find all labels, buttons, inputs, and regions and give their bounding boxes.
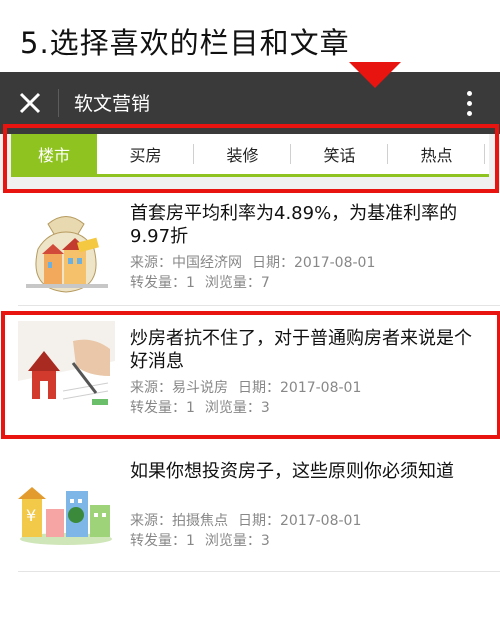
instruction-banner: 5.选择喜欢的栏目和文章 [0,0,500,70]
list-divider [18,571,500,572]
article-meta-stats: 转发量：1 浏览量：3 [130,397,280,417]
app-titlebar: 软文营销 [0,72,500,134]
article-shares: 转发量：1 [130,275,195,291]
article-item[interactable]: 首套房平均利率为4.89%，为基准利率的9.97折 来源：中国经济网 日期：201… [0,190,500,314]
svg-text:¥: ¥ [26,506,36,525]
list-divider [18,305,500,306]
article-title[interactable]: 炒房者抗不住了，对于普通购房者来说是个好消息 [130,327,485,373]
category-tabs: 楼市 买房 装修 笑话 热点 [11,134,489,174]
tab-xiaohua[interactable]: 笑话 [291,134,388,174]
app-title: 软文营销 [74,93,151,115]
article-shares: 转发量：1 [130,533,195,549]
highlight-pointer-arrow [349,62,401,88]
article-meta-source-date: 来源：拍摄焦点 日期：2017-08-01 [130,510,371,530]
article-meta-source-date: 来源：易斗说房 日期：2017-08-01 [130,377,371,397]
tab-underline [11,174,489,177]
article-meta-stats: 转发量：1 浏览量：7 [130,272,280,292]
article-meta-stats: 转发量：1 浏览量：3 [130,530,280,550]
article-thumbnail-money-bag [18,204,115,294]
article-views: 浏览量：3 [204,400,270,416]
article-shares: 转发量：1 [130,400,195,416]
article-title[interactable]: 首套房平均利率为4.89%，为基准利率的9.97折 [130,202,485,248]
more-vertical-icon[interactable] [452,85,486,121]
titlebar-divider [58,89,59,117]
tab-loushi[interactable]: 楼市 [11,134,97,174]
article-thumbnail-house-contract [18,321,115,421]
tab-redian[interactable]: 热点 [388,134,485,174]
article-item[interactable]: ¥ 如果你想投资房子，这些原则你必须知道 来源：拍摄焦点 日期：2017-08-0… [0,445,500,569]
article-source: 来源：拍摄焦点 [130,513,228,529]
article-source: 来源：中国经济网 [130,255,242,271]
tab-maifang[interactable]: 买房 [97,134,194,174]
article-item[interactable]: 炒房者抗不住了，对于普通购房者来说是个好消息 来源：易斗说房 日期：2017-08… [0,315,500,439]
article-source: 来源：易斗说房 [130,380,228,396]
article-views: 浏览量：3 [204,533,270,549]
article-date: 日期：2017-08-01 [238,513,362,529]
article-date: 日期：2017-08-01 [238,380,362,396]
close-icon[interactable] [10,83,50,123]
instruction-title: 5.选择喜欢的栏目和文章 [20,26,350,60]
article-date: 日期：2017-08-01 [252,255,376,271]
article-title[interactable]: 如果你想投资房子，这些原则你必须知道 [130,460,485,483]
article-thumbnail-coin-houses: ¥ [18,459,115,549]
article-meta-source-date: 来源：中国经济网 日期：2017-08-01 [130,252,385,272]
article-views: 浏览量：7 [204,275,270,291]
tab-zhuangxiu[interactable]: 装修 [194,134,291,174]
